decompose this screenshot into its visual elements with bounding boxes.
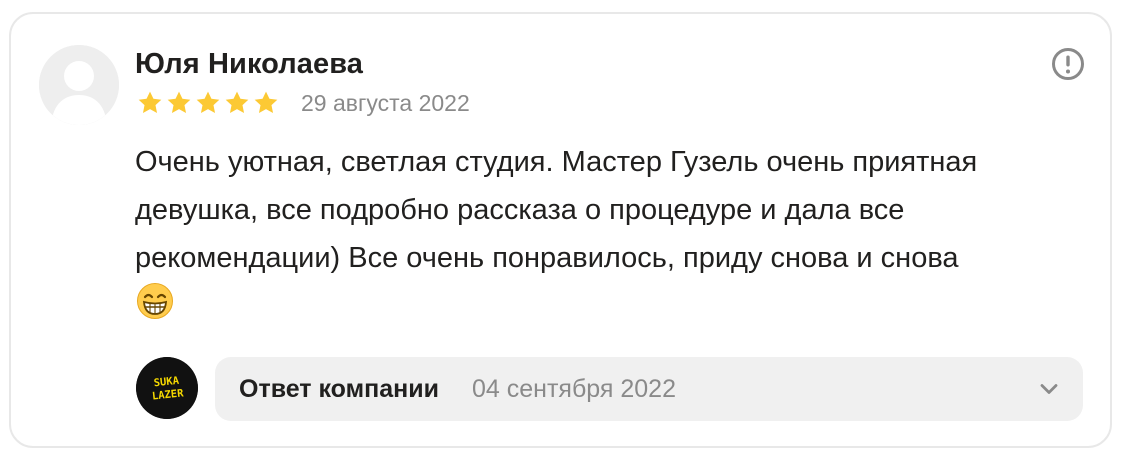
chevron-down-icon xyxy=(1040,384,1058,394)
star-icon xyxy=(254,91,278,113)
company-reply-label: Ответ компании xyxy=(239,375,439,403)
company-logo[interactable]: SUKA LAZER xyxy=(136,357,198,419)
review-date: 29 августа 2022 xyxy=(301,90,470,116)
rating-stars xyxy=(136,89,280,117)
exclamation-circle-icon xyxy=(1052,48,1084,80)
user-avatar[interactable] xyxy=(39,45,119,125)
company-reply-toggle[interactable]: Ответ компании 04 сентября 2022 xyxy=(215,357,1083,421)
company-reply-date: 04 сентября 2022 xyxy=(472,375,676,403)
star-icon xyxy=(225,91,249,113)
star-icon xyxy=(138,91,162,113)
star-icon xyxy=(196,91,220,113)
star-icon xyxy=(167,91,191,113)
user-silhouette-icon xyxy=(39,45,119,125)
report-button[interactable] xyxy=(1051,47,1085,81)
author-name[interactable]: Юля Николаева xyxy=(135,48,363,81)
grinning-face-emoji xyxy=(137,283,173,319)
company-logo-image: SUKA LAZER xyxy=(136,357,198,419)
review-card: Юля Николаева 29 августа 2022 Очень уютн… xyxy=(9,12,1112,448)
review-text: Очень уютная, светлая студия. Мастер Гуз… xyxy=(135,146,978,274)
